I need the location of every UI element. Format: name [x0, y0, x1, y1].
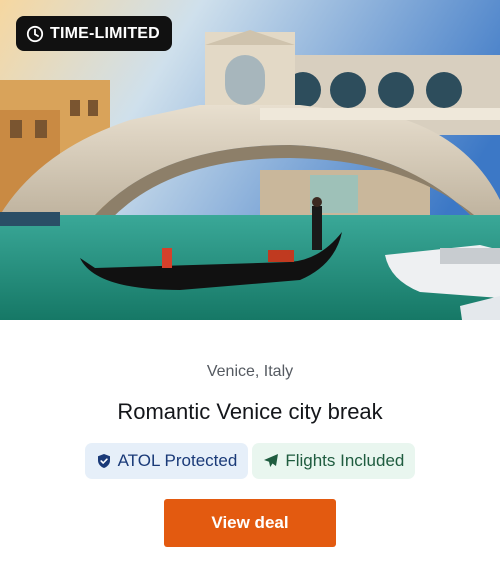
tag-label: Flights Included [285, 451, 405, 470]
time-limited-badge: TIME-LIMITED [16, 16, 172, 51]
feature-tags: ATOL Protected Flights Included [0, 443, 500, 479]
airplane-icon [263, 453, 279, 469]
view-deal-button[interactable]: View deal [164, 499, 336, 547]
hero-image: TIME-LIMITED [0, 0, 500, 320]
tag-label: ATOL Protected [117, 451, 238, 470]
deal-location: Venice, Italy [206, 363, 294, 380]
deal-details: Venice, Italy Romantic Venice city break… [0, 320, 500, 547]
atol-protected-tag: ATOL Protected [84, 443, 249, 479]
shield-icon [96, 453, 112, 469]
deal-card[interactable]: TIME-LIMITED Venice, Italy Romantic Veni… [0, 0, 500, 571]
clock-icon [26, 25, 44, 43]
deal-title: Romantic Venice city break [117, 399, 383, 424]
flights-included-tag: Flights Included [252, 443, 416, 479]
badge-label: TIME-LIMITED [50, 24, 160, 42]
